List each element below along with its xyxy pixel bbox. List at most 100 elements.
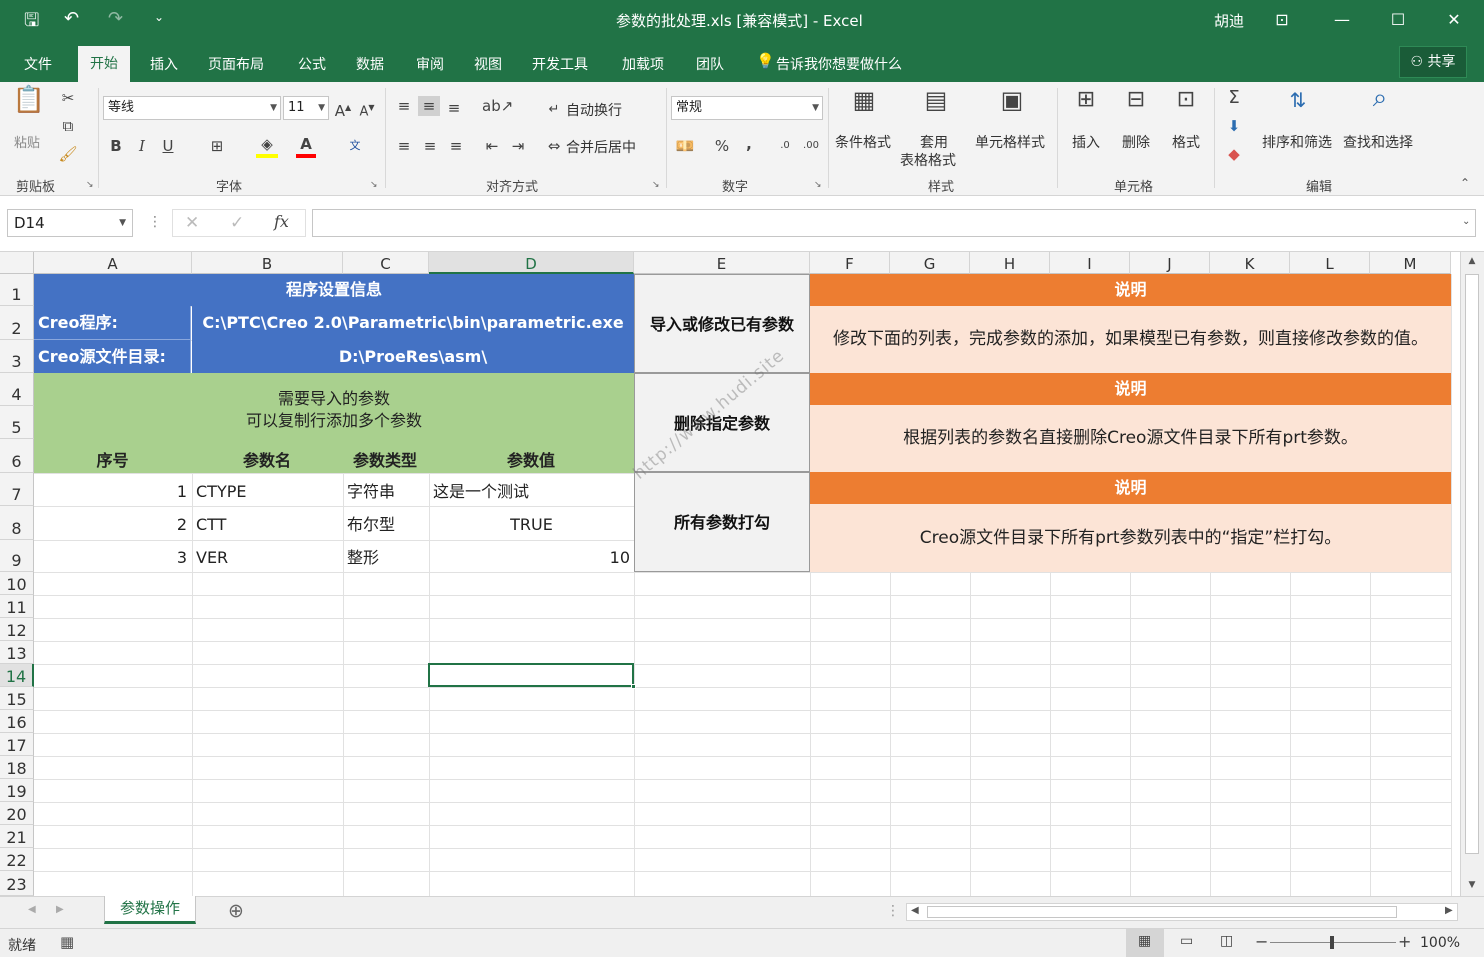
add-sheet-icon[interactable]: ⊕ bbox=[228, 900, 244, 922]
row-header-8[interactable]: 8 bbox=[0, 506, 34, 540]
cell-styles-button[interactable]: 单元格样式 bbox=[975, 132, 1045, 152]
user-name[interactable]: 胡迪 bbox=[1214, 10, 1244, 31]
format-as-table-button-line1[interactable]: 套用 bbox=[920, 132, 948, 152]
save-icon[interactable]: 🖫 bbox=[24, 8, 39, 38]
merge-center-icon[interactable]: ⇔ bbox=[544, 136, 564, 156]
tab-9[interactable]: 加载项 bbox=[610, 50, 676, 82]
normal-view-button[interactable]: ▦ bbox=[1126, 929, 1164, 957]
column-header-b[interactable]: B bbox=[192, 252, 343, 274]
customize-toolbar-icon[interactable]: ⌄ bbox=[154, 10, 164, 24]
param-no-cell[interactable]: 3 bbox=[34, 540, 191, 572]
format-as-table-button-line2[interactable]: 表格格式 bbox=[900, 150, 956, 170]
decrease-decimal-icon[interactable]: .00 bbox=[800, 136, 822, 156]
sheet-tab-params[interactable]: 参数操作 bbox=[104, 896, 196, 924]
column-header-h[interactable]: H bbox=[970, 252, 1050, 274]
tab-6[interactable]: 审阅 bbox=[404, 50, 456, 82]
align-left-icon[interactable]: ≡ bbox=[394, 136, 414, 156]
font-size-select[interactable]: 11 ▼ bbox=[283, 96, 329, 120]
italic-button[interactable]: I bbox=[134, 136, 150, 156]
collapse-ribbon-icon[interactable]: ⌃ bbox=[1460, 176, 1470, 190]
vertical-scroll-thumb[interactable] bbox=[1465, 274, 1479, 854]
bold-button[interactable]: B bbox=[108, 136, 124, 156]
paste-button[interactable]: 粘贴 bbox=[14, 132, 40, 151]
horizontal-scrollbar[interactable]: ◀ ▶ bbox=[906, 903, 1458, 921]
cell-styles-icon[interactable]: ▣ bbox=[994, 88, 1030, 126]
action-desc-header[interactable]: 说明 bbox=[810, 373, 1451, 405]
scroll-right-icon[interactable]: ▶ bbox=[1445, 905, 1453, 916]
column-header-d[interactable]: D bbox=[429, 252, 634, 274]
settings-title-cell[interactable]: 程序设置信息 bbox=[34, 274, 634, 306]
row-header-2[interactable]: 2 bbox=[0, 306, 34, 340]
creo-program-label-cell[interactable]: Creo程序: bbox=[34, 306, 191, 340]
param-name-cell[interactable]: CTT bbox=[192, 506, 342, 540]
format-as-table-icon[interactable]: ▤ bbox=[918, 88, 954, 126]
find-select-icon[interactable]: ⌕ bbox=[1362, 85, 1398, 124]
tab-4[interactable]: 公式 bbox=[286, 50, 338, 82]
column-header-g[interactable]: G bbox=[890, 252, 970, 274]
row-header-4[interactable]: 4 bbox=[0, 373, 34, 406]
row-header-15[interactable]: 15 bbox=[0, 687, 34, 710]
format-cells-icon[interactable]: ⊡ bbox=[1168, 89, 1204, 126]
percent-button[interactable]: % bbox=[714, 136, 730, 156]
row-header-1[interactable]: 1 bbox=[0, 274, 34, 306]
paste-icon[interactable]: 📋 bbox=[12, 87, 46, 122]
zoom-slider-thumb[interactable] bbox=[1330, 936, 1334, 949]
align-bottom-icon[interactable]: ≡ bbox=[444, 98, 464, 118]
tab-1[interactable]: 开始 bbox=[78, 46, 130, 82]
fill-icon[interactable]: ⬇ bbox=[1224, 116, 1244, 136]
tab-2[interactable]: 插入 bbox=[138, 50, 190, 82]
row-header-16[interactable]: 16 bbox=[0, 710, 34, 733]
alignment-launcher-icon[interactable]: ↘ bbox=[652, 180, 660, 190]
param-value-cell[interactable]: TRUE bbox=[429, 506, 634, 540]
horizontal-scroll-thumb[interactable] bbox=[927, 906, 1397, 918]
action-button-2[interactable]: 所有参数打勾 bbox=[634, 472, 810, 572]
scroll-up-icon[interactable]: ▲ bbox=[1465, 256, 1479, 266]
number-launcher-icon[interactable]: ↘ bbox=[814, 180, 822, 190]
align-middle-icon[interactable]: ≡ bbox=[418, 96, 440, 116]
row-header-6[interactable]: 6 bbox=[0, 439, 34, 473]
zoom-out-button[interactable]: − bbox=[1255, 932, 1268, 951]
scroll-left-icon[interactable]: ◀ bbox=[911, 905, 919, 916]
row-header-12[interactable]: 12 bbox=[0, 618, 34, 641]
increase-font-icon[interactable]: A▲ bbox=[334, 98, 352, 121]
selected-cell-d14[interactable] bbox=[428, 663, 634, 687]
redo-icon[interactable]: ↷ bbox=[108, 8, 123, 29]
row-header-21[interactable]: 21 bbox=[0, 825, 34, 848]
param-name-cell[interactable]: CTYPE bbox=[192, 473, 342, 506]
align-right-icon[interactable]: ≡ bbox=[446, 136, 466, 156]
select-all-corner[interactable] bbox=[0, 252, 34, 274]
font-launcher-icon[interactable]: ↘ bbox=[370, 180, 378, 190]
row-header-14[interactable]: 14 bbox=[0, 664, 34, 687]
param-value-cell[interactable]: 这是一个测试 bbox=[429, 473, 634, 506]
zoom-level[interactable]: 100% bbox=[1420, 935, 1460, 951]
row-header-3[interactable]: 3 bbox=[0, 340, 34, 373]
vertical-scrollbar[interactable]: ▲ ▼ bbox=[1460, 252, 1484, 896]
column-header-a[interactable]: A bbox=[34, 252, 192, 274]
param-type-cell[interactable]: 布尔型 bbox=[343, 506, 428, 540]
row-header-10[interactable]: 10 bbox=[0, 572, 34, 595]
column-header-c[interactable]: C bbox=[343, 252, 429, 274]
copy-icon[interactable]: ⧉ bbox=[58, 116, 78, 136]
decrease-font-icon[interactable]: A▼ bbox=[358, 98, 376, 122]
sort-filter-button[interactable]: 排序和筛选 bbox=[1262, 132, 1332, 152]
increase-decimal-icon[interactable]: .0 bbox=[774, 136, 796, 156]
column-header-m[interactable]: M bbox=[1370, 252, 1451, 274]
tab-8[interactable]: 开发工具 bbox=[520, 50, 600, 82]
wrap-text-button[interactable]: 自动换行 bbox=[566, 100, 622, 120]
format-painter-icon[interactable]: 🖌 bbox=[58, 144, 78, 164]
close-button[interactable]: ✕ bbox=[1426, 0, 1482, 40]
number-format-select[interactable]: 常规 ▼ bbox=[671, 96, 823, 120]
orientation-icon[interactable]: ab↗ bbox=[482, 96, 513, 116]
comma-button[interactable]: , bbox=[742, 134, 756, 154]
action-description[interactable]: Creo源文件目录下所有prt参数列表中的“指定”栏打勾。 bbox=[810, 504, 1451, 572]
row-header-17[interactable]: 17 bbox=[0, 733, 34, 756]
column-header-j[interactable]: J bbox=[1130, 252, 1210, 274]
format-cells-button[interactable]: 格式 bbox=[1172, 132, 1200, 152]
insert-cells-icon[interactable]: ⊞ bbox=[1068, 89, 1104, 126]
align-center-icon[interactable]: ≡ bbox=[420, 136, 440, 156]
action-desc-header[interactable]: 说明 bbox=[810, 472, 1451, 504]
autosum-icon[interactable]: Σ bbox=[1224, 88, 1244, 108]
tab-3[interactable]: 页面布局 bbox=[196, 50, 276, 82]
column-header-f[interactable]: F bbox=[810, 252, 890, 274]
decrease-indent-icon[interactable]: ⇤ bbox=[482, 136, 502, 156]
